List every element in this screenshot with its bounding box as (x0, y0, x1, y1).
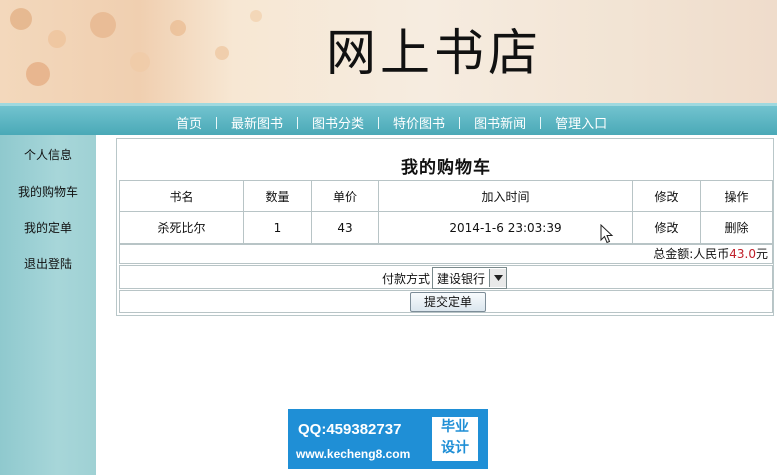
nav-new-books[interactable]: 最新图书 (229, 113, 285, 132)
total-amount: 43.0 (729, 247, 756, 261)
payment-row: 付款方式 建设银行 (119, 265, 773, 289)
cart-panel: 我的购物车 书名 数量 单价 加入时间 修改 操作 杀死比尔 1 43 2014… (116, 138, 774, 316)
total-label: 总金额:人民币 (653, 247, 730, 261)
sidebar-item-profile[interactable]: 个人信息 (0, 146, 96, 163)
col-quantity: 数量 (243, 180, 312, 212)
submit-row: 提交定单 (119, 290, 773, 313)
site-title: 网上书店 (326, 24, 542, 82)
nav-divider (378, 116, 380, 129)
nav-admin[interactable]: 管理入口 (553, 113, 609, 132)
blossom-decoration (26, 62, 50, 86)
blossom-decoration (130, 52, 150, 72)
nav-divider (459, 116, 461, 129)
total-unit: 元 (755, 247, 768, 261)
submit-order-button[interactable]: 提交定单 (410, 292, 486, 312)
payment-selected-value: 建设银行 (437, 271, 486, 286)
table-header-row: 书名 数量 单价 加入时间 修改 操作 (119, 180, 773, 212)
cell-unit-price: 43 (311, 211, 379, 244)
sidebar-item-orders[interactable]: 我的定单 (0, 219, 96, 236)
blossom-decoration (10, 8, 32, 30)
payment-label: 付款方式 (382, 271, 431, 286)
nav-home[interactable]: 首页 (174, 113, 204, 132)
watermark-banner: QQ:459382737 www.kecheng8.com 毕业 设计 (288, 409, 488, 469)
col-unit-price: 单价 (311, 180, 379, 212)
blossom-decoration (215, 46, 229, 60)
payment-method-select[interactable]: 建设银行 (432, 267, 508, 289)
nav-divider (540, 116, 542, 129)
blossom-decoration (250, 10, 262, 22)
watermark-badge-line1: 毕业 (441, 419, 469, 435)
nav-divider (216, 116, 218, 129)
nav-special-offers[interactable]: 特价图书 (391, 113, 447, 132)
top-nav: 首页 最新图书 图书分类 特价图书 图书新闻 管理入口 (0, 103, 777, 135)
col-edit: 修改 (632, 180, 701, 212)
watermark-url: www.kecheng8.com (296, 447, 411, 461)
table-row: 杀死比尔 1 43 2014-1-6 23:03:39 修改 删除 (119, 211, 773, 244)
watermark-qq: QQ:459382737 (298, 421, 402, 438)
col-action: 操作 (700, 180, 773, 212)
mouse-cursor-icon (600, 223, 614, 247)
nav-categories[interactable]: 图书分类 (310, 113, 366, 132)
cell-book-name: 杀死比尔 (119, 211, 244, 244)
col-added-time: 加入时间 (378, 180, 633, 212)
nav-divider (297, 116, 299, 129)
col-book-name: 书名 (119, 180, 244, 212)
sidebar: 个人信息 我的购物车 我的定单 退出登陆 (0, 135, 96, 475)
sidebar-item-logout[interactable]: 退出登陆 (0, 255, 96, 272)
watermark-badge-line2: 设计 (441, 440, 469, 456)
cart-title: 我的购物车 (401, 158, 491, 178)
cell-quantity: 1 (243, 211, 312, 244)
header-banner: 网上书店 (0, 0, 777, 103)
blossom-decoration (170, 20, 186, 36)
blossom-decoration (90, 12, 116, 38)
chevron-down-icon[interactable] (489, 269, 507, 287)
edit-link[interactable]: 修改 (632, 211, 701, 244)
sidebar-item-cart[interactable]: 我的购物车 (0, 183, 96, 200)
cell-added-time: 2014-1-6 23:03:39 (378, 211, 633, 244)
total-row: 总金额:人民币43.0元 (119, 244, 773, 264)
delete-link[interactable]: 删除 (700, 211, 773, 244)
watermark-badge: 毕业 设计 (432, 417, 478, 461)
cart-table: 书名 数量 单价 加入时间 修改 操作 杀死比尔 1 43 2014-1-6 2… (119, 180, 773, 244)
nav-book-news[interactable]: 图书新闻 (472, 113, 528, 132)
blossom-decoration (48, 30, 66, 48)
